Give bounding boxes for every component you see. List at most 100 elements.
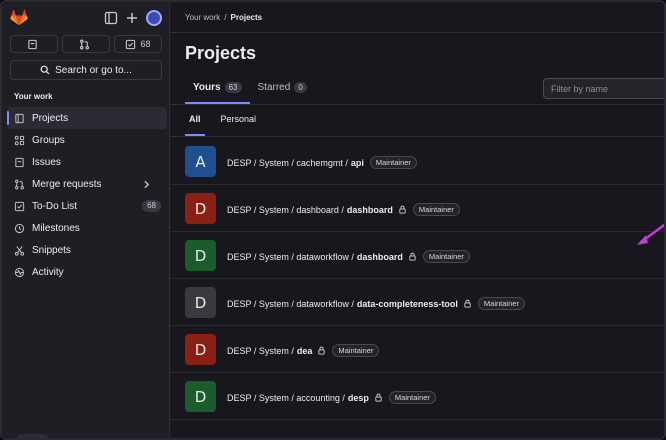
role-badge: Maintainer	[477, 297, 525, 310]
role-badge: Maintainer	[369, 156, 417, 169]
sidebar-section-title: Your work	[14, 92, 53, 101]
sidebar-item-activity[interactable]: Activity	[7, 261, 167, 283]
project-avatar[interactable]: D	[185, 381, 216, 412]
sidebar-item-label: Milestones	[32, 222, 80, 234]
filter-by-name-input[interactable]	[543, 78, 664, 99]
project-namespace[interactable]: DESP / System / dashboard /	[227, 205, 344, 215]
top-bar: Your work / Projects	[170, 2, 664, 33]
project-namespace[interactable]: DESP / System /	[227, 346, 294, 356]
subtab-personal[interactable]: Personal	[217, 114, 261, 136]
sidebar-header	[10, 8, 162, 28]
project-name-link[interactable]: desp	[348, 393, 369, 403]
project-namespace[interactable]: DESP / System / accounting /	[227, 393, 345, 403]
issues-icon	[15, 157, 24, 167]
todo-counter-button[interactable]: 68	[114, 35, 162, 53]
plus-icon[interactable]	[125, 11, 139, 25]
subtab-all[interactable]: All	[185, 114, 205, 136]
project-row[interactable]: D DESP / System / accounting / desp Main…	[170, 373, 664, 420]
project-avatar[interactable]: D	[185, 240, 216, 271]
tab-yours[interactable]: Yours 63	[185, 78, 250, 104]
project-avatar-partial[interactable]	[17, 434, 48, 438]
breadcrumb-separator: /	[224, 13, 227, 22]
project-title: DESP / System / dataworkflow / data-comp…	[227, 297, 525, 310]
sidebar-item-milestones[interactable]: Milestones	[7, 217, 167, 239]
sidebar-item-label: Snippets	[32, 244, 71, 256]
project-row[interactable]: A DESP / System / cachemgmt / api Mainta…	[170, 138, 664, 185]
todo-badge: 68	[142, 200, 161, 212]
tabs-divider	[170, 104, 664, 105]
tab-starred[interactable]: Starred 0	[250, 78, 315, 104]
breadcrumb-parent-link[interactable]: Your work	[185, 13, 220, 22]
search-button-label: Search or go to...	[55, 64, 132, 76]
role-badge: Maintainer	[422, 250, 470, 263]
project-row[interactable]: D DESP / System / dataworkflow / dashboa…	[170, 232, 664, 279]
project-avatar[interactable]: D	[185, 287, 216, 318]
project-subtabs: All Personal	[185, 114, 260, 136]
tab-label: Yours	[193, 82, 221, 93]
project-row[interactable]: D DESP / System / dataworkflow / data-co…	[170, 279, 664, 326]
project-row[interactable]: D DESP / System / dashboard / dashboard …	[170, 185, 664, 232]
merge-request-icon	[79, 39, 89, 49]
project-namespace[interactable]: DESP / System / cachemgmt /	[227, 158, 348, 168]
todo-count: 68	[140, 39, 151, 49]
group-icon	[14, 135, 25, 145]
lock-icon	[318, 346, 326, 355]
issue-icon	[27, 39, 37, 49]
chevron-right-icon[interactable]	[141, 179, 152, 190]
snippet-icon	[14, 245, 25, 256]
project-namespace[interactable]: DESP / System / dataworkflow /	[227, 252, 354, 262]
project-name-link[interactable]: dea	[297, 346, 313, 356]
sidebar-item-projects[interactable]: Projects	[7, 107, 167, 129]
project-namespace[interactable]: DESP / System / dataworkflow /	[227, 299, 354, 309]
project-name-link[interactable]: dashboard	[347, 205, 393, 215]
lock-icon	[399, 205, 406, 214]
page-title: Projects	[185, 43, 257, 63]
merge-requests-counter-button[interactable]	[62, 35, 110, 53]
project-name-link[interactable]: data-completeness-tool	[357, 299, 458, 309]
project-tabs: Yours 63 Starred 0	[185, 78, 315, 104]
sidebar-item-label: To-Do List	[32, 200, 78, 212]
lock-icon	[464, 299, 471, 308]
project-list: A DESP / System / cachemgmt / api Mainta…	[170, 138, 664, 420]
project-avatar[interactable]: D	[185, 193, 216, 224]
search-icon	[40, 65, 50, 75]
sidebar-counters: 68	[10, 35, 162, 53]
subtabs-divider	[170, 136, 664, 137]
activity-icon	[14, 267, 25, 277]
project-title: DESP / System / cachemgmt / api Maintain…	[227, 156, 417, 169]
role-badge: Maintainer	[388, 391, 436, 404]
project-title: DESP / System / dea Maintainer	[227, 344, 380, 357]
breadcrumb-current[interactable]: Projects	[231, 13, 263, 22]
sidebar-toggle-icon[interactable]	[104, 11, 118, 25]
project-name-link[interactable]: api	[351, 158, 364, 168]
sidebar-item-merge-requests[interactable]: Merge requests	[7, 173, 167, 195]
sidebar-item-snippets[interactable]: Snippets	[7, 239, 167, 261]
main-content: Your work / Projects Projects Yours 63 S…	[170, 2, 664, 438]
tab-label: Starred	[257, 82, 291, 93]
project-title: DESP / System / accounting / desp Mainta…	[227, 391, 436, 404]
issues-counter-button[interactable]	[10, 35, 58, 53]
tab-count-badge: 0	[294, 82, 307, 93]
sidebar-nav: Projects Groups Issues Merge requests To…	[7, 107, 167, 283]
todo-icon	[14, 201, 25, 211]
project-avatar[interactable]: A	[185, 146, 216, 177]
user-avatar[interactable]	[146, 10, 162, 26]
lock-icon	[375, 393, 382, 402]
annotation-arrow-icon	[637, 223, 664, 245]
project-name-link[interactable]: dashboard	[357, 252, 403, 262]
sidebar-item-groups[interactable]: Groups	[7, 129, 167, 151]
project-row[interactable]: D DESP / System / dea Maintainer	[170, 326, 664, 373]
gitlab-logo-icon[interactable]	[10, 10, 28, 26]
search-button[interactable]: Search or go to...	[10, 60, 162, 80]
project-title: DESP / System / dashboard / dashboard Ma…	[227, 203, 460, 216]
sidebar-item-label: Activity	[32, 266, 64, 278]
sidebar-item-label: Merge requests	[32, 178, 102, 190]
lock-icon	[409, 252, 416, 261]
project-avatar[interactable]: D	[185, 334, 216, 365]
todo-icon	[126, 39, 136, 49]
project-title: DESP / System / dataworkflow / dashboard…	[227, 250, 470, 263]
sidebar-item-todo-list[interactable]: To-Do List 68	[7, 195, 167, 217]
sidebar-item-issues[interactable]: Issues	[7, 151, 167, 173]
merge-request-icon	[15, 179, 24, 189]
role-badge: Maintainer	[332, 344, 380, 357]
